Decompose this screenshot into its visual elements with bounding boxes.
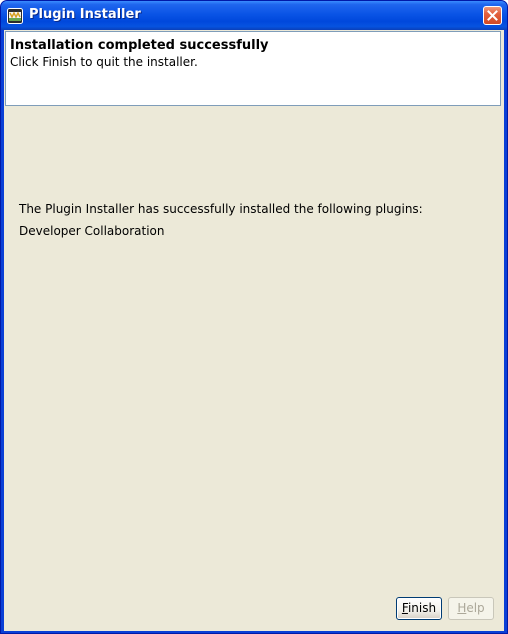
dialog-content: Installation completed successfully Clic… — [4, 30, 504, 631]
close-icon — [487, 10, 498, 21]
close-button[interactable] — [483, 6, 502, 25]
finish-button[interactable]: Finish — [396, 597, 442, 620]
header-title: Installation completed successfully — [10, 38, 269, 53]
help-button[interactable]: Help — [448, 597, 494, 620]
plugin-installer-window: Plugin Installer Installation completed … — [0, 0, 508, 634]
header-subtitle: Click Finish to quit the installer. — [10, 55, 198, 69]
help-button-label: Help — [457, 601, 485, 615]
installed-plugin-item: Developer Collaboration — [19, 224, 165, 238]
title-bar[interactable]: Plugin Installer — [1, 1, 507, 30]
finish-button-label: Finish — [401, 601, 437, 615]
success-message: The Plugin Installer has successfully in… — [19, 202, 423, 216]
plugin-installer-app-icon[interactable] — [7, 8, 23, 24]
header-panel: Installation completed successfully Clic… — [5, 31, 501, 106]
window-title: Plugin Installer — [29, 7, 141, 22]
